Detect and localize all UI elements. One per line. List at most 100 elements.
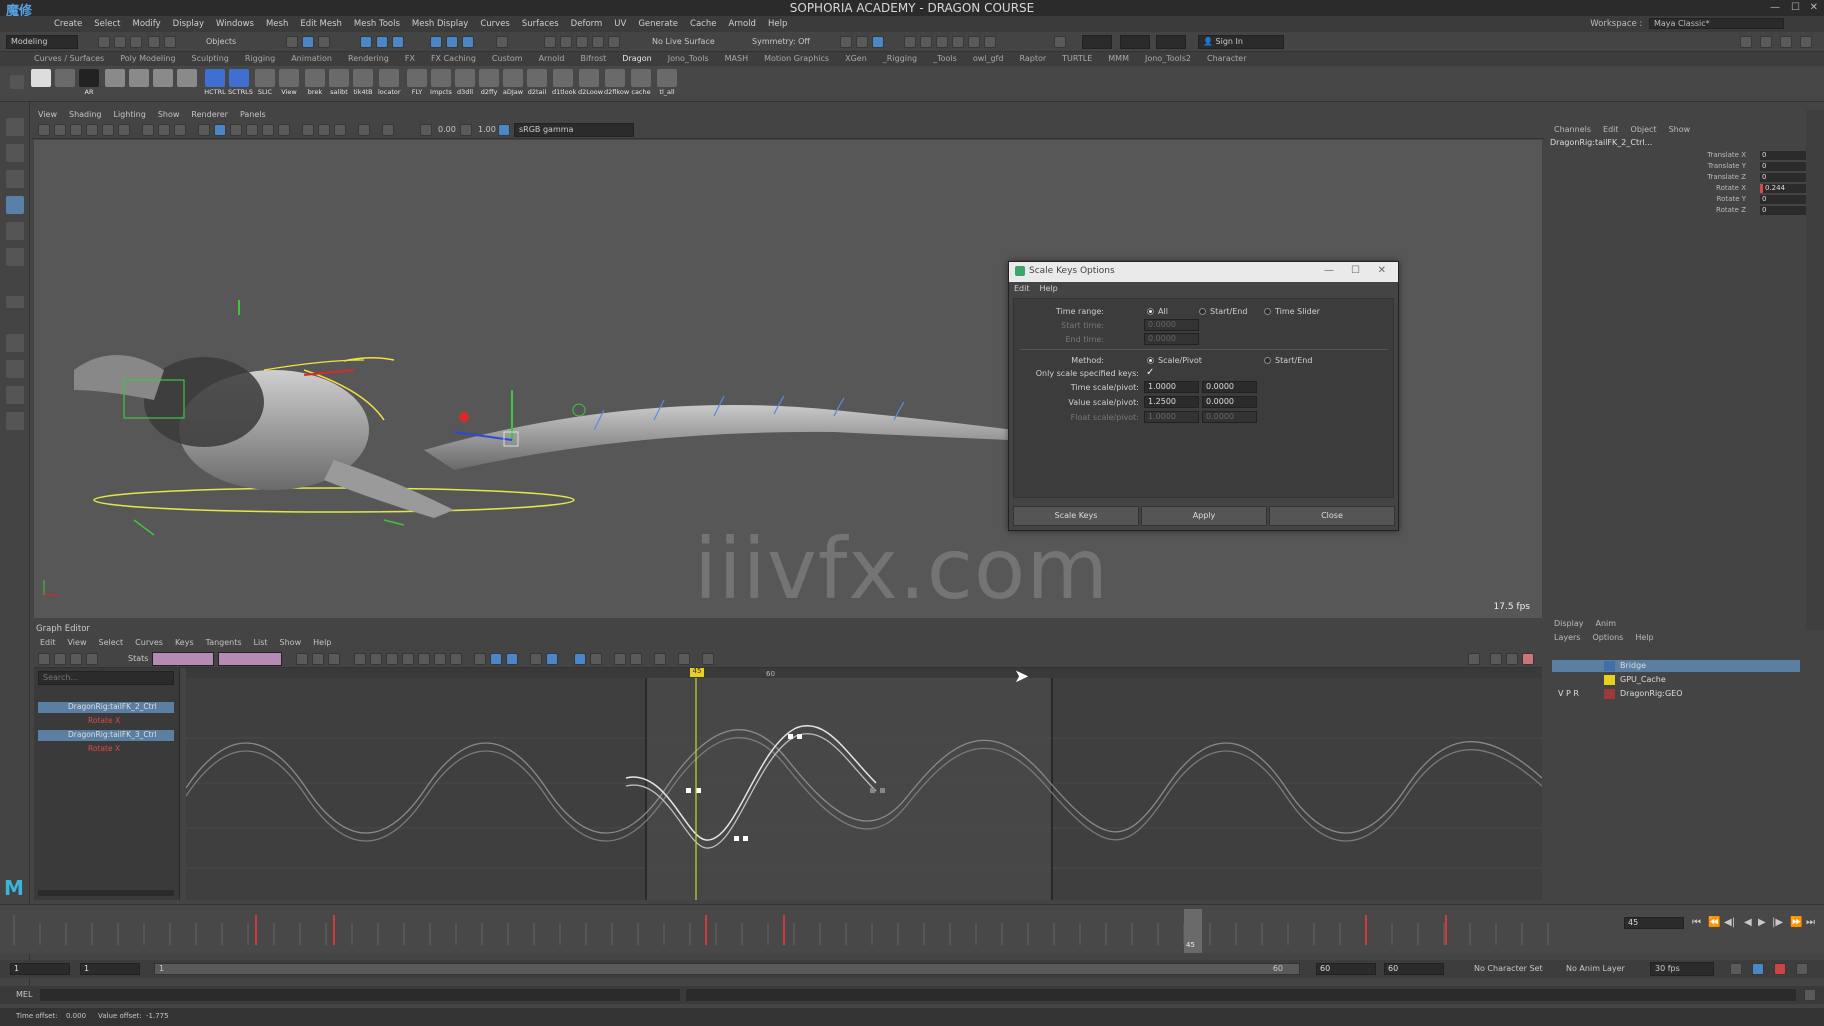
menu-display[interactable]: Display [167,16,210,32]
attribute-editor-icon[interactable] [1760,36,1772,48]
textured-icon[interactable] [246,124,258,136]
end-time-field[interactable]: 0.0000 [1144,333,1199,345]
layer-tab-anim[interactable]: Anim [1590,619,1623,628]
method-scale-pivot-radio[interactable] [1147,357,1154,364]
layer-menu-options[interactable]: Options [1586,633,1629,642]
single-perspective-icon[interactable] [6,334,24,352]
step-forward-key-icon[interactable]: ⏩ [1790,917,1802,928]
four-view-icon[interactable] [6,360,24,378]
shelf-tab[interactable]: TURTLE [1054,52,1100,66]
make-live-icon[interactable] [462,36,474,48]
outliner-item[interactable]: DragonRig:tailFK_2_Ctrl [38,702,174,713]
channel-row[interactable]: Translate X0 [1700,151,1810,161]
shelf-tab[interactable]: Poly Modeling [112,52,183,66]
side-tab-strip[interactable] [1806,110,1824,630]
pre-infinity-icon[interactable] [614,653,626,665]
shelf-button-scene[interactable] [30,69,52,99]
shelf-settings-icon[interactable] [10,75,24,89]
render-settings-icon[interactable] [608,36,620,48]
ge-menu-show[interactable]: Show [274,636,308,649]
menu-deform[interactable]: Deform [565,16,609,32]
time-range-all-label[interactable]: All [1158,307,1168,316]
menu-create[interactable]: Create [48,16,88,32]
unify-tangent-icon[interactable] [490,653,502,665]
ge-menu-edit[interactable]: Edit [34,636,62,649]
anim-start-field[interactable]: 1 [10,963,70,975]
post-infinity-icon[interactable] [630,653,642,665]
shelf-button-d2tail[interactable]: d2tail [526,69,548,99]
layer-row[interactable]: V P R DragonRig:GEO [1552,688,1800,700]
channel-box-object-name[interactable]: DragonRig:tailFK_2_Ctrl... [1550,138,1652,147]
shelf-tab[interactable]: Jono_Tools2 [1137,52,1199,66]
playback-end-field[interactable]: 60 [1316,963,1376,975]
gamma-icon[interactable] [460,124,472,136]
step-tangent-icon[interactable] [434,653,446,665]
current-frame-field[interactable]: 45 [1624,917,1684,929]
lattice-icon[interactable] [70,653,82,665]
shelf-tab[interactable]: FX Caching [423,52,484,66]
insert-key-icon[interactable] [54,653,66,665]
scale-tool-icon[interactable] [6,248,24,266]
close-button[interactable]: Close [1269,506,1395,526]
command-input[interactable] [40,989,680,1001]
shelf-button-tl-all[interactable]: tl_all [656,69,678,99]
plateau-tangent-icon[interactable] [450,653,462,665]
lock-icon[interactable] [496,36,508,48]
shelf-button-d2loow[interactable]: d2Loow [578,69,603,99]
wireframe-icon[interactable] [198,124,210,136]
symmetry-label[interactable]: Symmetry: Off [752,37,810,46]
film-gate-icon[interactable] [158,124,170,136]
float-scale-field[interactable]: 1.0000 [1144,411,1199,423]
tool-settings-icon[interactable] [1780,36,1792,48]
cb-menu-edit[interactable]: Edit [1597,120,1625,140]
shelf-tab[interactable]: Jono_Tools [660,52,717,66]
channel-row[interactable]: Translate Y0 [1700,162,1810,172]
fps-dropdown[interactable]: 30 fps [1650,962,1714,976]
go-to-end-icon[interactable]: ⏭ [1806,917,1815,928]
menu-generate[interactable]: Generate [632,16,684,32]
channel-row[interactable]: Translate Z0 [1700,173,1810,183]
shelf-button-slic[interactable]: SLIC [254,69,276,99]
dialog-menu-edit[interactable]: Edit [1009,282,1035,296]
shelf-tab[interactable]: Arnold [531,52,573,66]
step-forward-frame-icon[interactable]: |▶ [1772,917,1783,928]
time-pivot-field[interactable]: 0.0000 [1202,381,1257,393]
step-back-frame-icon[interactable]: ◀| [1724,917,1735,928]
layer-row[interactable]: Bridge [1552,660,1800,672]
shelf-button-fly[interactable]: FLY [406,69,428,99]
select-object-icon[interactable] [302,36,314,48]
auto-tangent-icon[interactable] [354,653,366,665]
z-field[interactable] [1156,35,1186,49]
move-tool-icon[interactable] [6,196,24,214]
shelf-tab[interactable]: XGen [837,52,875,66]
shelf-tab[interactable]: MMM [1100,52,1137,66]
bookmark-icon[interactable] [70,124,82,136]
dialog-title-bar[interactable]: Scale Keys Options — ☐ ✕ [1009,262,1398,282]
shelf-button-hctrl[interactable]: HCTRL [204,69,226,99]
layer-vpr-toggles[interactable]: V P R [1558,689,1579,698]
layer-menu-help[interactable]: Help [1629,633,1659,642]
channel-row[interactable]: Rotate X 0.244 [1700,184,1810,194]
playback-start-field[interactable]: 1 [80,963,140,975]
menuset-dropdown[interactable]: Modeling [6,35,78,49]
transform-icon[interactable] [1054,36,1066,48]
shelf-tab[interactable]: Custom [484,52,531,66]
shelf-button-impcts[interactable]: Impcts [430,69,452,99]
clamped-tangent-icon[interactable] [386,653,398,665]
shelf-tab[interactable]: FX [397,52,423,66]
panel-layout-icon[interactable] [840,36,852,48]
smooth-shade-icon[interactable] [214,124,226,136]
ipr-render-icon[interactable] [936,36,948,48]
auto-key-icon[interactable] [1752,963,1764,975]
time-slider[interactable]: 45 [0,904,1600,954]
shelf-tab[interactable]: Character [1199,52,1255,66]
shelf-tab[interactable]: Sculpting [184,52,237,66]
vp-menu-show[interactable]: Show [152,109,186,121]
frame-playback-icon[interactable] [312,653,324,665]
shelf-button-sctrls[interactable]: SCTRLS [228,69,253,99]
graph-view[interactable]: 60 45 [186,668,1542,900]
persp-graph-icon[interactable] [6,386,24,404]
select-tool-icon[interactable] [6,118,24,136]
lasso-tool-icon[interactable] [6,144,24,162]
shelf-tab-dragon[interactable]: Dragon [614,52,659,66]
